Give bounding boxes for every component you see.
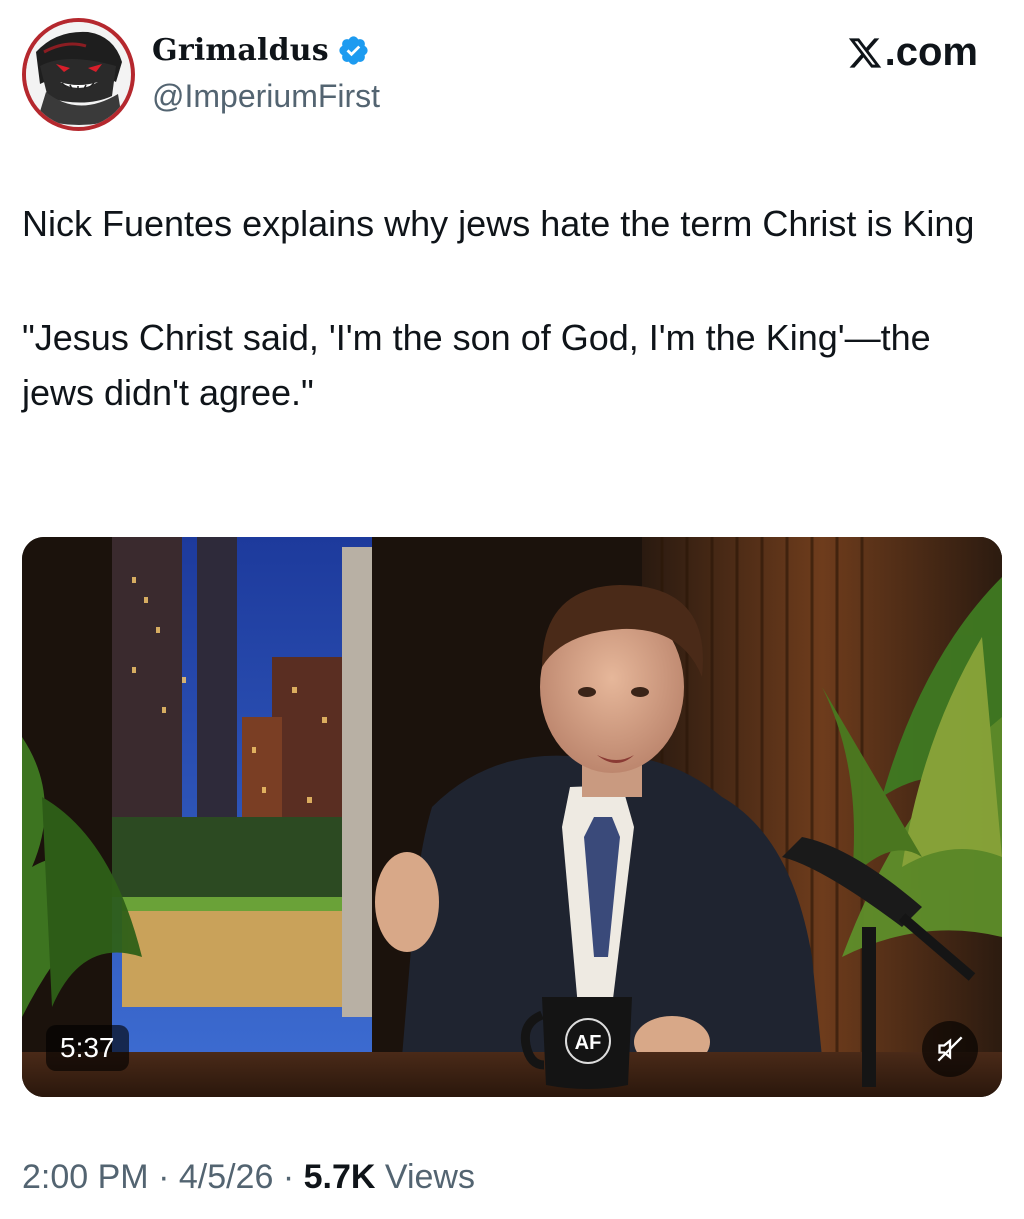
views-label: Views	[384, 1158, 475, 1196]
tweet-paragraph-1: Nick Fuentes explains why jews hate the …	[22, 203, 975, 244]
meta-separator-2: ·	[273, 1158, 304, 1196]
video-thumbnail: AF	[22, 537, 1002, 1097]
author-handle[interactable]: @ImperiumFirst	[152, 78, 380, 115]
mug-logo-text: AF	[575, 1032, 602, 1054]
speaker-muted-icon	[937, 1036, 963, 1062]
video-duration-badge: 5:37	[46, 1025, 129, 1071]
grim-reaper-avatar-icon	[26, 22, 130, 126]
author-name[interactable]: Grimaldus	[152, 33, 329, 68]
views-count: 5.7K	[303, 1158, 376, 1196]
mute-button[interactable]	[922, 1021, 978, 1077]
tweet-date[interactable]: 4/5/26	[179, 1158, 274, 1196]
tweet-time[interactable]: 2:00 PM	[22, 1158, 149, 1196]
x-brand: .com	[847, 30, 978, 75]
tweet-meta: 2:00 PM · 4/5/26 · 5.7K Views	[22, 1158, 475, 1197]
brand-label: .com	[884, 30, 978, 74]
tweet-text: Nick Fuentes explains why jews hate the …	[22, 196, 982, 420]
tweet-paragraph-2: "Jesus Christ said, 'I'm the son of God,…	[22, 317, 931, 413]
x-logo-icon	[848, 37, 881, 68]
avatar[interactable]	[22, 18, 135, 131]
verified-badge-icon	[337, 34, 370, 67]
meta-separator: ·	[148, 1158, 179, 1196]
video-player[interactable]: AF 5:37	[22, 537, 1002, 1097]
author-block[interactable]: Grimaldus @ImperiumFirst	[152, 28, 380, 115]
